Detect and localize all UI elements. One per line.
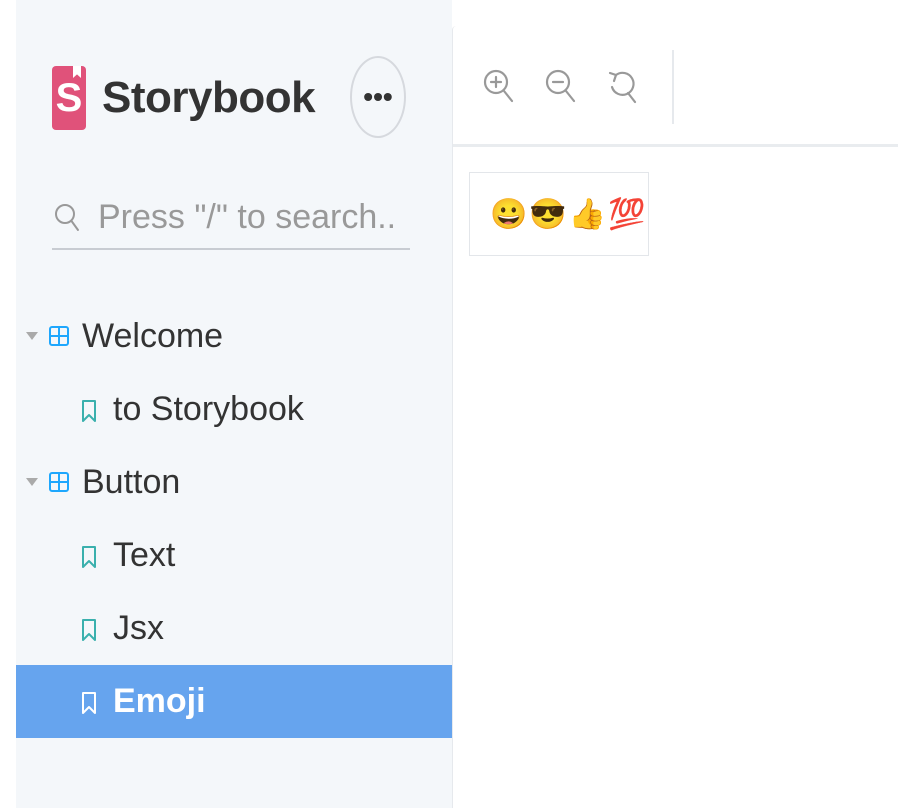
component-icon — [49, 326, 69, 346]
tree-story-to-storybook[interactable]: to Storybook — [16, 373, 452, 446]
ellipsis-icon: ••• — [363, 81, 393, 112]
bookmark-icon — [82, 619, 96, 641]
storybook-logo[interactable]: S Storybook — [52, 66, 316, 130]
more-menu-button[interactable]: ••• — [350, 56, 406, 138]
bookmark-icon — [82, 546, 96, 568]
zoom-in-icon — [483, 69, 514, 103]
tree-group-button[interactable]: Button — [16, 446, 452, 519]
bookmark-icon — [82, 400, 96, 422]
expand-arrow-icon — [26, 332, 38, 340]
story-tree: Welcome to Storybook Button Text Jsx Emo… — [16, 300, 452, 738]
emoji: 💯 — [608, 197, 646, 231]
tree-story-text[interactable]: Text — [16, 519, 452, 592]
tree-item-label: Jsx — [113, 609, 164, 647]
emoji: 😎 — [529, 197, 567, 231]
tree-item-label: Emoji — [113, 682, 206, 720]
preview-panel: 😀 😎 👍 💯 — [452, 26, 898, 808]
search-input[interactable] — [96, 196, 400, 238]
tree-story-jsx[interactable]: Jsx — [16, 592, 452, 665]
reset-zoom-button[interactable] — [603, 64, 643, 108]
component-icon — [49, 472, 69, 492]
reset-zoom-icon — [608, 71, 637, 104]
tree-item-label: to Storybook — [113, 390, 304, 428]
preview-toolbar — [453, 26, 898, 147]
search-icon — [55, 204, 79, 231]
emoji-button[interactable]: 😀 😎 👍 💯 — [469, 172, 649, 256]
bookmark-icon — [82, 692, 96, 714]
zoom-out-button[interactable] — [541, 64, 581, 108]
storybook-logo-icon: S — [52, 66, 86, 130]
tree-item-label: Text — [113, 536, 176, 574]
emoji: 😀 — [490, 197, 528, 231]
brand-name: Storybook — [102, 73, 316, 122]
search-bar — [52, 186, 410, 250]
tree-story-emoji[interactable]: Emoji — [16, 665, 452, 738]
tree-group-welcome[interactable]: Welcome — [16, 300, 452, 373]
toolbar-divider — [672, 50, 674, 124]
zoom-out-icon — [545, 69, 576, 103]
expand-arrow-icon — [26, 478, 38, 486]
emoji: 👍 — [568, 197, 607, 231]
tree-item-label: Welcome — [82, 317, 224, 355]
sidebar: S Storybook ••• Welcome to Storybook — [16, 0, 452, 808]
tree-item-label: Button — [82, 463, 181, 501]
zoom-in-button[interactable] — [479, 64, 519, 108]
